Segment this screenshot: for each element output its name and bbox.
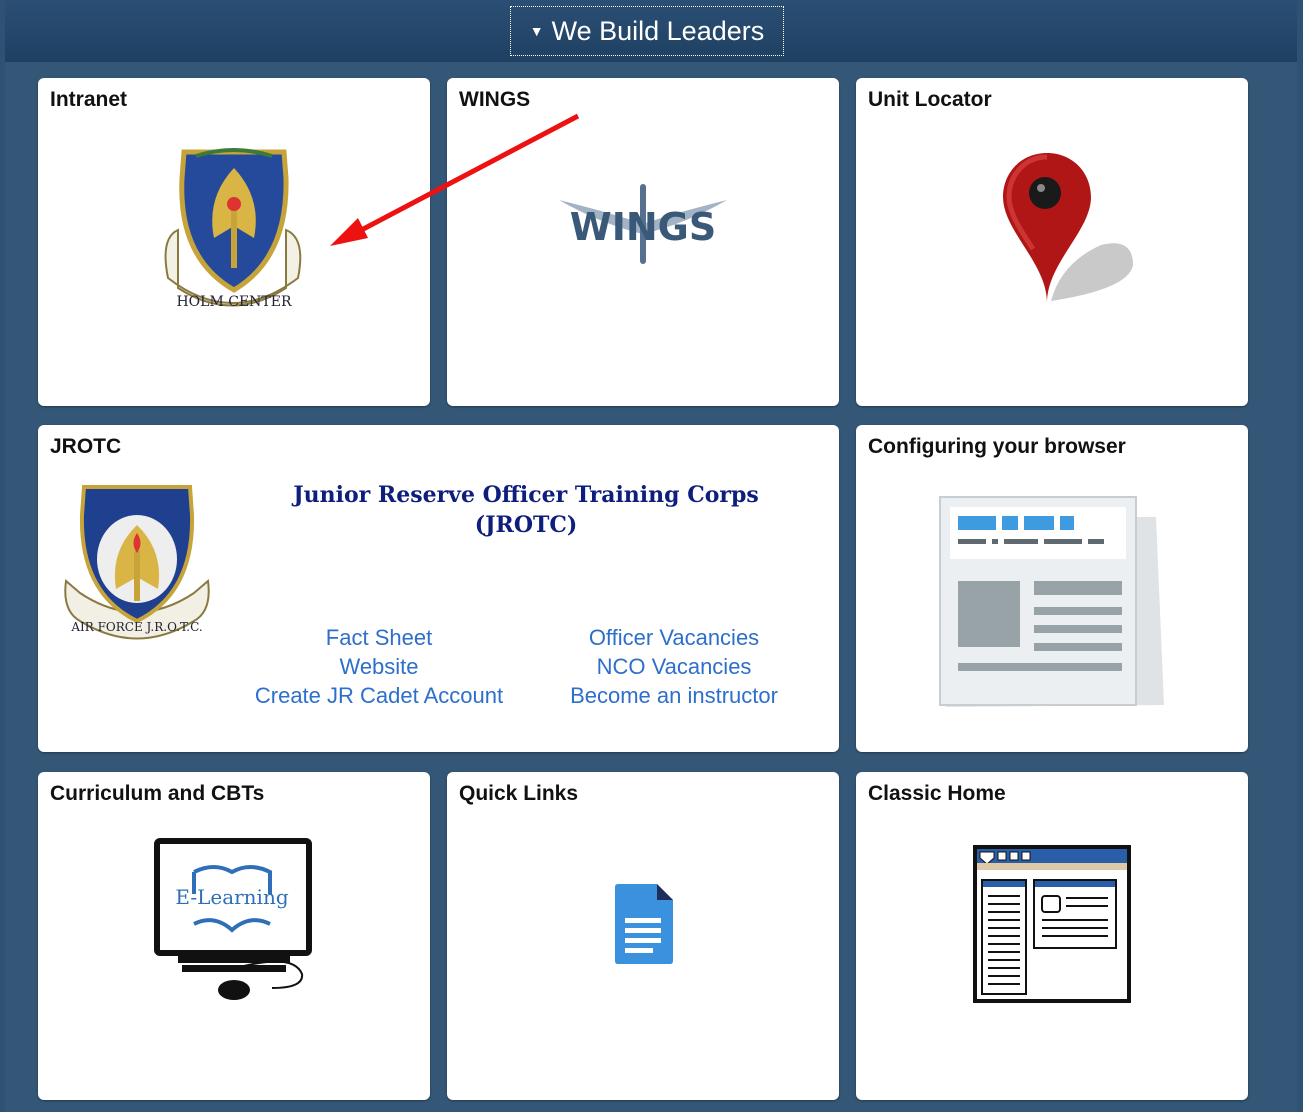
link-officer-vacancies[interactable]: Officer Vacancies: [554, 623, 794, 652]
classic-home-page-icon: [973, 845, 1131, 1003]
e-learning-text: E-Learning: [175, 885, 288, 909]
tile-quick-links[interactable]: Quick Links: [447, 772, 839, 1100]
e-learning-monitor-icon: E-Learning: [154, 838, 312, 1000]
jrotc-heading-line2: (JROTC): [474, 512, 578, 538]
triangle-down-icon: ▼: [529, 23, 544, 39]
tile-jrotc[interactable]: JROTC AIR FORCE J.R.O.T.C. Junior Reserv…: [38, 425, 839, 752]
jrotc-links-right: Officer Vacancies NCO Vacancies Become a…: [554, 623, 794, 710]
link-become-an-instructor[interactable]: Become an instructor: [554, 681, 794, 710]
link-website[interactable]: Website: [244, 652, 514, 681]
emblem-text: HOLM CENTER: [176, 294, 292, 310]
tile-title: Unit Locator: [868, 88, 992, 111]
wings-logo-text: WINGS: [570, 205, 716, 249]
tile-classic-home[interactable]: Classic Home: [856, 772, 1248, 1100]
link-create-jr-cadet-account[interactable]: Create JR Cadet Account: [244, 681, 514, 710]
link-fact-sheet[interactable]: Fact Sheet: [244, 623, 514, 652]
tile-unit-locator[interactable]: Unit Locator: [856, 78, 1248, 406]
tile-configuring-browser[interactable]: Configuring your browser: [856, 425, 1248, 752]
page-title-label: We Build Leaders: [551, 16, 765, 46]
tile-title: Intranet: [50, 88, 128, 111]
newspaper-icon: [939, 496, 1164, 707]
link-nco-vacancies[interactable]: NCO Vacancies: [554, 652, 794, 681]
map-pin-icon: [1003, 153, 1133, 303]
tile-title: Curriculum and CBTs: [50, 782, 265, 805]
tile-title: JROTC: [50, 435, 122, 458]
tile-curriculum-cbts[interactable]: Curriculum and CBTs E-Learning: [38, 772, 430, 1100]
tile-title: Quick Links: [459, 782, 579, 805]
tile-title: Classic Home: [868, 782, 1006, 805]
jrotc-heading-line1: Junior Reserve Officer Training Corps: [293, 482, 759, 508]
jrotc-heading: Junior Reserve Officer Training Corps (J…: [268, 480, 784, 540]
top-banner: ▼ We Build Leaders: [5, 0, 1297, 62]
jrotc-links-left: Fact Sheet Website Create JR Cadet Accou…: [244, 623, 514, 710]
af-jrotc-emblem-icon: AIR FORCE J.R.O.T.C.: [64, 485, 210, 640]
page-title-dropdown[interactable]: ▼ We Build Leaders: [510, 6, 784, 56]
tile-title: Configuring your browser: [868, 435, 1126, 458]
document-icon: [615, 884, 673, 964]
holm-center-emblem-icon: HOLM CENTER: [164, 148, 302, 310]
red-arrow-icon: [330, 113, 580, 246]
emblem-text: AIR FORCE J.R.O.T.C.: [70, 620, 202, 634]
